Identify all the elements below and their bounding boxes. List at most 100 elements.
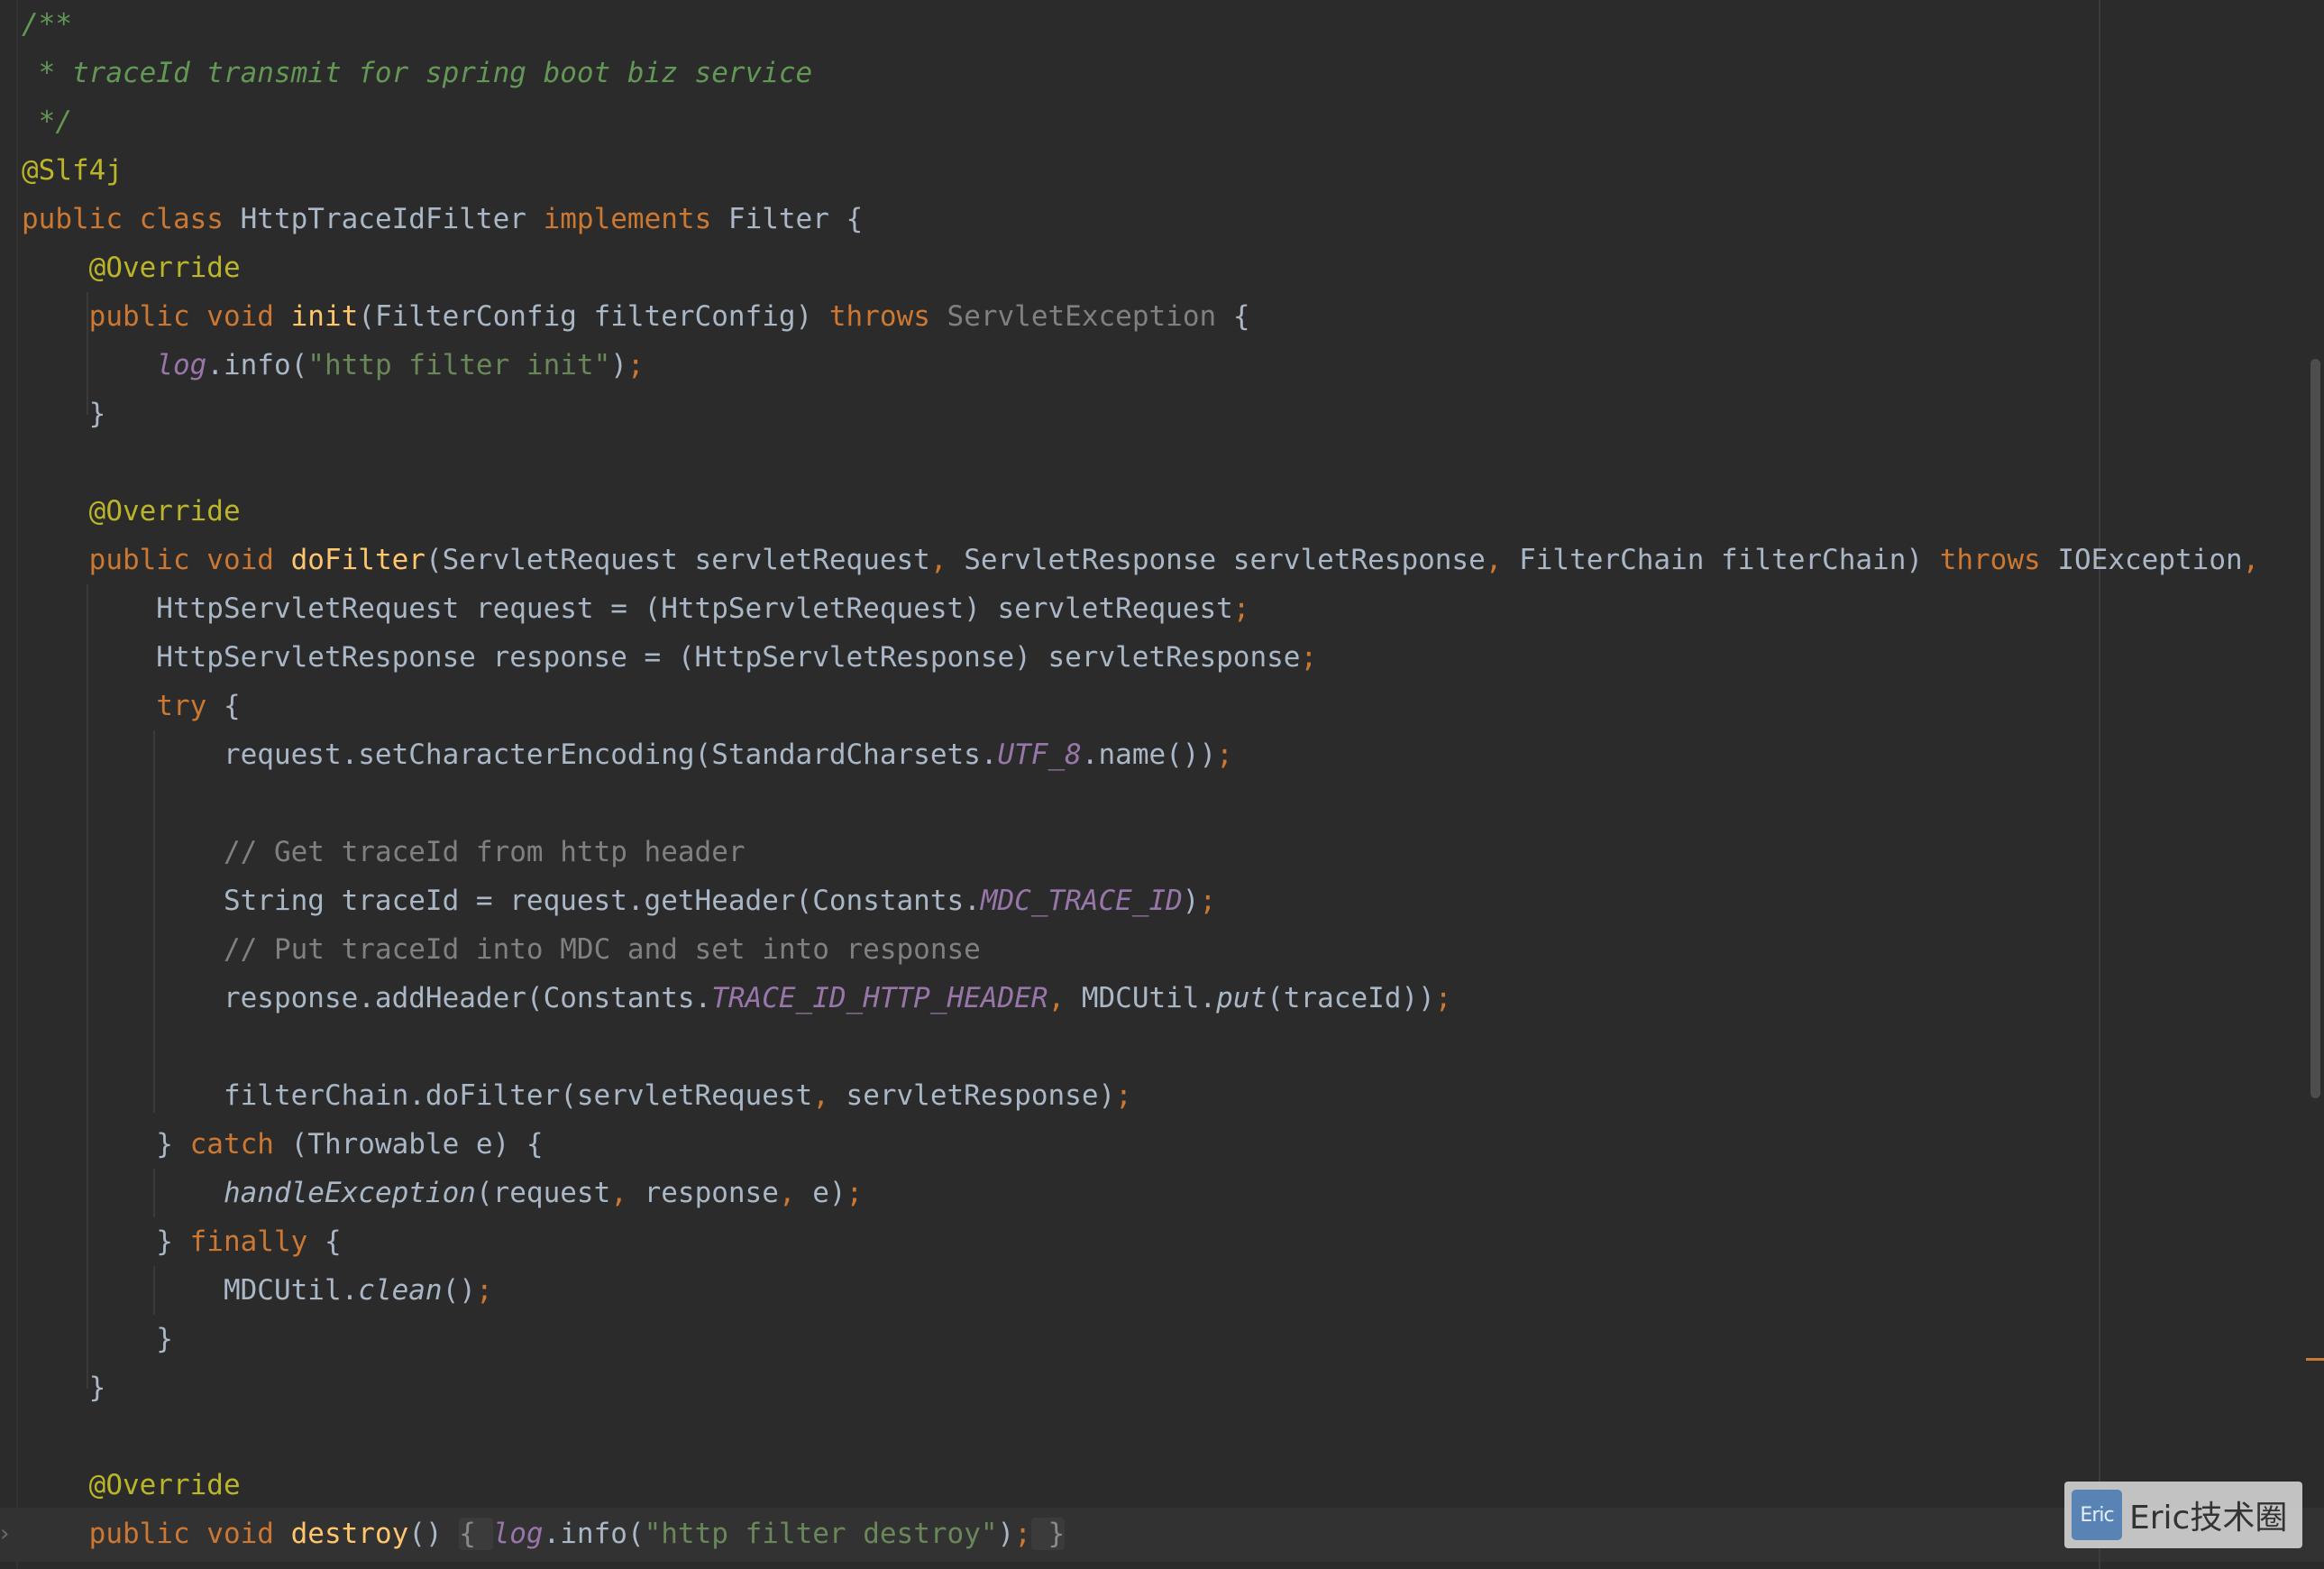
- code-token: e): [812, 1177, 846, 1209]
- code-token: {: [324, 1225, 342, 1258]
- code-line[interactable]: }: [22, 1315, 173, 1363]
- code-token: @Override: [88, 495, 241, 528]
- code-token: }: [1030, 1518, 1066, 1550]
- code-token: ;: [1216, 739, 1233, 771]
- code-token: ;: [1014, 1518, 1031, 1550]
- code-token: "http filter destroy": [644, 1518, 998, 1550]
- vertical-scrollbar-thumb[interactable]: [2310, 359, 2320, 1098]
- code-token: ;: [1115, 1079, 1132, 1112]
- code-line[interactable]: }: [22, 390, 106, 438]
- code-token: response.addHeader(Constants.: [22, 982, 712, 1014]
- code-line[interactable]: }: [22, 1363, 106, 1412]
- code-line[interactable]: @Override: [22, 487, 241, 536]
- code-line[interactable]: public void doFilter(ServletRequest serv…: [22, 536, 2260, 584]
- code-token: (traceId)): [1267, 982, 1435, 1014]
- code-token: MDCUtil.: [1081, 982, 1217, 1014]
- code-line[interactable]: request.setCharacterEncoding(StandardCha…: [22, 730, 1233, 779]
- code-token: "http filter init": [307, 349, 611, 381]
- code-token: init: [290, 300, 359, 333]
- code-token: request.setCharacterEncoding(StandardCha…: [22, 739, 998, 771]
- code-token: IOException: [2057, 544, 2243, 576]
- code-token: }: [22, 1225, 190, 1258]
- code-token: ,: [1048, 982, 1082, 1014]
- code-line[interactable]: @Override: [22, 243, 241, 292]
- code-token: @Override: [88, 252, 241, 284]
- code-token: @Override: [88, 1469, 241, 1501]
- code-line[interactable]: /**: [22, 0, 72, 49]
- code-token: public void: [88, 300, 291, 333]
- code-token: }: [22, 1323, 173, 1355]
- code-token: }: [22, 398, 106, 430]
- code-token: (request: [475, 1177, 611, 1209]
- code-line[interactable]: MDCUtil.clean();: [22, 1266, 493, 1315]
- code-token: (): [442, 1274, 476, 1307]
- code-line[interactable]: * traceId transmit for spring boot biz s…: [22, 49, 813, 97]
- code-token: {: [223, 690, 241, 722]
- code-line[interactable]: // Put traceId into MDC and set into res…: [22, 925, 981, 974]
- code-token: ServletResponse servletResponse: [964, 544, 1486, 576]
- code-lines[interactable]: /** * traceId transmit for spring boot b…: [0, 0, 2324, 1569]
- code-token: FilterChain filterChain): [1519, 544, 1940, 576]
- code-token: @Slf4j: [22, 154, 123, 187]
- code-token: */: [22, 106, 72, 138]
- code-token: ,: [812, 1079, 846, 1112]
- code-token: ,: [929, 544, 965, 576]
- code-line[interactable]: } finally {: [22, 1217, 342, 1266]
- code-token: // Get traceId from http header: [223, 836, 746, 868]
- code-token: // Put traceId into MDC and set into res…: [223, 933, 981, 966]
- code-line[interactable]: // Get traceId from http header: [22, 828, 746, 876]
- error-stripe-marker[interactable]: [2306, 1358, 2324, 1361]
- code-token: doFilter: [290, 544, 425, 576]
- code-token: }: [22, 1372, 106, 1404]
- code-token: public class: [22, 203, 241, 235]
- code-token: ;: [1300, 641, 1318, 674]
- code-token: .name()): [1081, 739, 1217, 771]
- code-line[interactable]: HttpServletRequest request = (HttpServle…: [22, 584, 1249, 633]
- code-token: UTF_8: [997, 739, 1082, 771]
- code-line[interactable]: filterChain.doFilter(servletRequest, ser…: [22, 1071, 1132, 1120]
- code-line[interactable]: try {: [22, 682, 241, 730]
- code-line[interactable]: log.info("http filter init");: [22, 341, 645, 390]
- code-line[interactable]: public void destroy() { log.info("http f…: [22, 1509, 1066, 1558]
- code-line[interactable]: public class HttpTraceIdFilter implement…: [22, 195, 863, 243]
- code-line[interactable]: @Override: [22, 1461, 241, 1509]
- code-token: ;: [1232, 592, 1250, 625]
- code-token: throws: [828, 300, 947, 333]
- code-token: .info(: [206, 349, 308, 381]
- code-line[interactable]: String traceId = request.getHeader(Const…: [22, 876, 1216, 925]
- code-token: destroy: [290, 1518, 409, 1550]
- code-token: ;: [475, 1274, 493, 1307]
- code-token: put: [1216, 982, 1267, 1014]
- code-line[interactable]: } catch (Throwable e) {: [22, 1120, 543, 1169]
- code-token: servletResponse): [846, 1079, 1116, 1112]
- fold-chevron-icon[interactable]: ›: [0, 1520, 13, 1547]
- code-line[interactable]: handleException(request, response, e);: [22, 1169, 863, 1217]
- code-token: log: [156, 349, 207, 381]
- code-token: ;: [1434, 982, 1452, 1014]
- code-token: /**: [22, 8, 72, 41]
- code-line[interactable]: response.addHeader(Constants.TRACE_ID_HT…: [22, 974, 1452, 1023]
- code-line[interactable]: */: [22, 97, 72, 146]
- code-token: * traceId transmit for spring boot biz s…: [22, 57, 813, 89]
- code-token: handleException: [223, 1177, 476, 1209]
- code-editor[interactable]: /** * traceId transmit for spring boot b…: [0, 0, 2324, 1569]
- code-token: finally: [189, 1225, 325, 1258]
- code-line[interactable]: HttpServletResponse response = (HttpServ…: [22, 633, 1317, 682]
- code-token: ,: [1485, 544, 1520, 576]
- code-line[interactable]: @Slf4j: [22, 146, 123, 195]
- code-token: throws: [1939, 544, 2058, 576]
- code-token: {: [459, 1518, 493, 1550]
- code-token: TRACE_ID_HTTP_HEADER: [711, 982, 1048, 1014]
- code-token: catch: [189, 1128, 291, 1161]
- code-token: ;: [627, 349, 645, 381]
- code-line[interactable]: public void init(FilterConfig filterConf…: [22, 292, 1250, 341]
